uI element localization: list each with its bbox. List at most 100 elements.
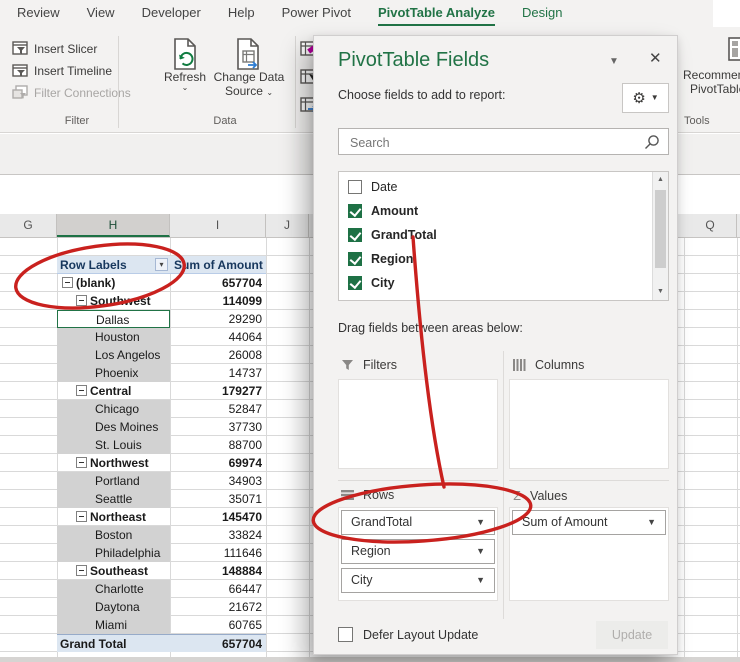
- field-checkbox[interactable]: [348, 204, 362, 218]
- pivot-row-label-cell[interactable]: Boston: [57, 526, 170, 544]
- tab-view[interactable]: View: [87, 5, 115, 26]
- tab-power-pivot[interactable]: Power Pivot: [282, 5, 351, 26]
- search-input[interactable]: [348, 133, 632, 152]
- area-chip-sum-of-amount[interactable]: Sum of Amount ▼: [512, 510, 666, 535]
- pivot-value-cell[interactable]: 657704: [170, 274, 266, 292]
- pivot-row-label-cell[interactable]: Los Angelos: [57, 346, 170, 364]
- scrollbar-down-icon[interactable]: ▼: [653, 284, 668, 300]
- pivot-row-label-cell[interactable]: Northwest: [57, 454, 170, 472]
- field-item-city[interactable]: City: [348, 273, 395, 293]
- pivot-row-label-cell[interactable]: Daytona: [57, 598, 170, 616]
- field-item-grandtotal[interactable]: GrandTotal: [348, 225, 437, 245]
- filters-area-box[interactable]: [338, 379, 498, 469]
- pivot-row-label-cell[interactable]: Houston: [57, 328, 170, 346]
- scrollbar-up-icon[interactable]: ▲: [653, 172, 668, 188]
- pivot-value-cell[interactable]: 69974: [170, 454, 266, 472]
- area-chip-grandtotal[interactable]: GrandTotal ▼: [341, 510, 495, 535]
- pivot-row-label-cell[interactable]: Charlotte: [57, 580, 170, 598]
- pivot-value-cell[interactable]: 114099: [170, 292, 266, 310]
- collapse-minus-icon[interactable]: [76, 385, 87, 397]
- collapse-minus-icon[interactable]: [62, 277, 73, 289]
- chevron-down-icon[interactable]: ▼: [476, 569, 485, 592]
- pivot-row-label-cell[interactable]: Grand Total: [57, 634, 170, 652]
- pivot-row-label-cell[interactable]: Chicago: [57, 400, 170, 418]
- update-button[interactable]: Update: [596, 621, 668, 649]
- pivot-row-label-cell[interactable]: Southwest: [57, 292, 170, 310]
- pivot-row-label-cell[interactable]: Phoenix: [57, 364, 170, 382]
- pivot-value-cell[interactable]: 145470: [170, 508, 266, 526]
- pivot-value-cell[interactable]: 35071: [170, 490, 266, 508]
- pivot-value-cell[interactable]: 52847: [170, 400, 266, 418]
- pivot-value-cell[interactable]: 37730: [170, 418, 266, 436]
- pivot-row-label-cell[interactable]: Portland: [57, 472, 170, 490]
- pivot-row-label-cell[interactable]: Des Moines: [57, 418, 170, 436]
- columns-area-box[interactable]: [509, 379, 669, 469]
- pivot-value-cell[interactable]: 44064: [170, 328, 266, 346]
- pivot-value-cell[interactable]: 148884: [170, 562, 266, 580]
- pivot-row-label-cell[interactable]: Central: [57, 382, 170, 400]
- tab-help[interactable]: Help: [228, 5, 255, 26]
- change-data-source-button[interactable]: Change Data Source ⌄: [212, 38, 286, 98]
- pivot-row-label-cell[interactable]: Philadelphia: [57, 544, 170, 562]
- pivot-row-label-cell[interactable]: Seattle: [57, 490, 170, 508]
- column-header-j[interactable]: J: [266, 214, 309, 237]
- pivot-row-label-cell[interactable]: Northeast: [57, 508, 170, 526]
- chevron-down-icon[interactable]: ▼: [647, 511, 656, 534]
- pivot-row-label-cell[interactable]: Miami: [57, 616, 170, 634]
- pivot-header-cell[interactable]: Row Labels ▾: [57, 256, 170, 274]
- collapse-minus-icon[interactable]: [76, 565, 87, 577]
- pivot-value-cell[interactable]: 657704: [170, 634, 266, 652]
- recommended-pivottables-button[interactable]: ? Recommended PivotTables: [683, 36, 740, 96]
- pivot-value-cell[interactable]: 26008: [170, 346, 266, 364]
- field-list-scrollbar[interactable]: ▲ ▼: [652, 172, 668, 300]
- chevron-down-icon[interactable]: ▼: [476, 540, 485, 563]
- pivot-value-cell[interactable]: 111646: [170, 544, 266, 562]
- insert-slicer-button[interactable]: Insert Slicer: [12, 40, 97, 58]
- pivot-row-label-cell[interactable]: Southeast: [57, 562, 170, 580]
- pivot-row-label-cell[interactable]: (blank): [57, 274, 170, 292]
- defer-layout-checkbox[interactable]: [338, 627, 353, 642]
- collapse-minus-icon[interactable]: [76, 295, 87, 307]
- pivot-value-cell[interactable]: 88700: [170, 436, 266, 454]
- rows-area-box[interactable]: GrandTotal ▼ Region ▼ City ▼: [338, 507, 498, 601]
- column-header-g[interactable]: G: [0, 214, 57, 237]
- pivot-value-cell[interactable]: 29290: [170, 310, 266, 328]
- pivot-value-cell[interactable]: 14737: [170, 364, 266, 382]
- scrollbar-thumb[interactable]: [655, 190, 666, 268]
- pivot-values-header[interactable]: Sum of Amount: [170, 256, 266, 274]
- pivot-value-cell[interactable]: 33824: [170, 526, 266, 544]
- field-checkbox[interactable]: [348, 252, 362, 266]
- field-checkbox[interactable]: [348, 228, 362, 242]
- chevron-down-icon[interactable]: ▼: [476, 511, 485, 534]
- pivot-value-cell[interactable]: 179277: [170, 382, 266, 400]
- insert-timeline-button[interactable]: Insert Timeline: [12, 62, 112, 80]
- column-header-h[interactable]: H: [57, 214, 170, 237]
- close-icon[interactable]: ✕: [649, 49, 662, 67]
- pane-options-chevron-icon[interactable]: ▼: [609, 56, 619, 67]
- refresh-button[interactable]: Refresh ⌄: [160, 38, 210, 92]
- collapse-minus-icon[interactable]: [76, 511, 87, 523]
- tab-developer[interactable]: Developer: [142, 5, 201, 26]
- field-item-amount[interactable]: Amount: [348, 201, 418, 221]
- collapse-minus-icon[interactable]: [76, 457, 87, 469]
- pivot-value-cell[interactable]: 34903: [170, 472, 266, 490]
- area-chip-city[interactable]: City ▼: [341, 568, 495, 593]
- field-item-date[interactable]: Date: [348, 177, 397, 197]
- tab-design[interactable]: Design: [522, 5, 562, 26]
- field-checkbox[interactable]: [348, 276, 362, 290]
- pivot-row-label-cell[interactable]: St. Louis: [57, 436, 170, 454]
- pivot-value-cell[interactable]: 21672: [170, 598, 266, 616]
- area-chip-region[interactable]: Region ▼: [341, 539, 495, 564]
- tools-gear-button[interactable]: ⚙ ▼: [622, 83, 669, 113]
- filter-dropdown-icon[interactable]: ▾: [155, 258, 168, 271]
- pivot-row-label-cell[interactable]: Dallas: [57, 310, 170, 328]
- column-header-q[interactable]: Q: [684, 214, 737, 237]
- pivot-value-cell[interactable]: 66447: [170, 580, 266, 598]
- field-item-region[interactable]: Region: [348, 249, 413, 269]
- pivot-value-cell[interactable]: 60765: [170, 616, 266, 634]
- values-area-box[interactable]: Sum of Amount ▼: [509, 507, 669, 601]
- field-checkbox[interactable]: [348, 180, 362, 194]
- tab-pivottable-analyze[interactable]: PivotTable Analyze: [377, 5, 496, 26]
- column-header-i[interactable]: I: [170, 214, 266, 237]
- tab-review[interactable]: Review: [17, 5, 60, 26]
